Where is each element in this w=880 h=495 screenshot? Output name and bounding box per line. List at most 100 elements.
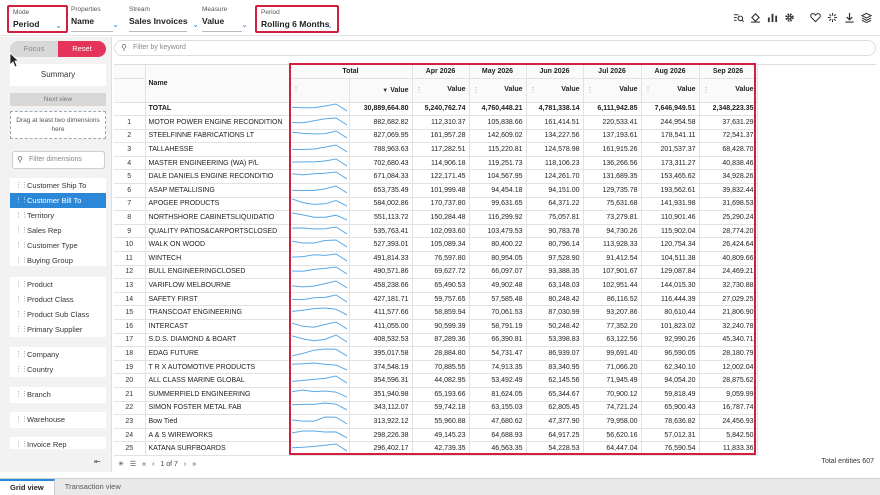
column-menu-icon[interactable]: ⋮ <box>703 86 710 94</box>
may-value-header[interactable]: ⋮ Value <box>469 78 527 103</box>
gear-icon[interactable] <box>783 11 795 23</box>
column-menu-icon[interactable]: ⋮ <box>587 86 594 94</box>
layers-icon[interactable] <box>860 11 872 23</box>
table-row[interactable]: 1 MOTOR POWER ENGINE RECONDITION 882,682.8… <box>114 115 758 130</box>
collapse-panel-icon[interactable]: ⇤ <box>94 457 101 466</box>
dimension-item[interactable]: ⋮⋮ Company <box>10 347 106 362</box>
table-row[interactable]: 15 TRANSCOAT ENGINEERING 411,577.66 58,859.… <box>114 305 758 320</box>
drag-handle-icon[interactable]: ⋮⋮ <box>15 412 28 427</box>
table-row[interactable]: 25 KATANA SURFBOARDS 296,402.17 42,739.35 46… <box>114 441 758 456</box>
column-header-total[interactable]: Total <box>289 65 413 79</box>
drag-handle-icon[interactable]: ⋮⋮ <box>15 322 28 337</box>
period-selector[interactable]: Period Rolling 6 Months ⌄ <box>255 5 339 33</box>
dimension-item[interactable]: ⋮⋮ Product Class <box>10 292 106 307</box>
column-menu-icon[interactable]: ⋮ <box>416 86 423 94</box>
dimension-item[interactable]: ⋮⋮ Customer Ship To <box>10 178 106 193</box>
table-row[interactable]: 12 BULL ENGINEERINGCLOSED 490,571.86 69,627… <box>114 265 758 280</box>
column-header-jun[interactable]: Jun 2026 <box>526 65 584 79</box>
total-row[interactable]: TOTAL 30,889,664.80 5,240,762.74 4,760,448.… <box>114 102 758 117</box>
table-row[interactable]: 14 SAFETY FIRST 427,181.71 59,757.65 57,585.… <box>114 292 758 307</box>
drag-handle-icon[interactable]: ⋮⋮ <box>15 193 28 208</box>
table-row[interactable]: 5 DALE DANIELS ENGINE RECONDITIO 671,084.3… <box>114 169 758 185</box>
column-header-aug[interactable]: Aug 2026 <box>641 65 700 79</box>
table-row[interactable]: 21 SUMMERFIELD ENGINEERING 351,940.98 65,19… <box>114 387 758 402</box>
table-row[interactable]: 22 SIMON FOSTER METAL FAB 343,112.07 59,742… <box>114 401 758 416</box>
dimension-item[interactable]: ⋮⋮ Branch <box>10 387 106 402</box>
dimension-item[interactable]: ⋮⋮ Customer Bill To <box>10 193 106 208</box>
table-row[interactable]: 20 ALL CLASS MARINE GLOBAL 354,596.31 44,08… <box>114 373 758 388</box>
table-row[interactable]: 16 INTERCAST 411,055.00 90,599.39 58,791.19 5… <box>114 319 758 334</box>
drag-handle-icon[interactable]: ⋮⋮ <box>15 238 28 253</box>
apr-value-header[interactable]: ⋮ Value <box>412 78 470 103</box>
jun-value-header[interactable]: ⋮ Value <box>526 78 584 103</box>
bar-chart-icon[interactable] <box>766 11 778 23</box>
dimension-item[interactable]: ⋮⋮ Country <box>10 362 106 377</box>
next-page-icon[interactable]: › <box>184 461 186 468</box>
column-menu-icon[interactable]: ⋮ <box>530 86 537 94</box>
sparkline-column-header[interactable]: ⋮ <box>289 78 350 103</box>
column-header-apr[interactable]: Apr 2026 <box>412 65 470 79</box>
table-row[interactable]: 13 VARIFLOW MELBOURNE 458,238.66 65,490.53 4… <box>114 278 758 293</box>
dimension-item[interactable]: ⋮⋮ Product Sub Class <box>10 307 106 322</box>
dimension-item[interactable]: ⋮⋮ Sales Rep <box>10 223 106 238</box>
column-header-sep[interactable]: Sep 2026 <box>699 65 758 79</box>
heart-icon[interactable] <box>809 11 821 23</box>
drag-handle-icon[interactable]: ⋮⋮ <box>15 387 28 402</box>
table-row[interactable]: 4 MASTER ENGINEERING (WA) P/L 702,680.43 11… <box>114 156 758 171</box>
mode-selector[interactable]: Mode Period ⌄ <box>7 5 68 33</box>
layers-toggle-icon[interactable]: ☰ <box>130 460 136 468</box>
drag-handle-icon[interactable]: ⋮⋮ <box>15 437 28 449</box>
prev-page-icon[interactable]: ‹ <box>152 461 154 468</box>
filter-dimensions-input[interactable]: ⚲ Filter dimensions <box>12 151 105 169</box>
column-menu-icon[interactable]: ⋮ <box>473 86 480 94</box>
reset-button[interactable]: Reset <box>58 41 106 57</box>
name-column-header[interactable]: Name <box>145 65 290 103</box>
summary-view[interactable]: Summary <box>10 64 106 86</box>
column-header-may[interactable]: May 2026 <box>469 65 527 79</box>
drag-handle-icon[interactable]: ⋮⋮ <box>15 277 28 292</box>
table-row[interactable]: 3 TALLAHESSE 788,963.63 117,282.51 115,220.8… <box>114 142 758 157</box>
column-header-jul[interactable]: Jul 2026 <box>583 65 642 79</box>
drag-handle-icon[interactable]: ⋮⋮ <box>15 347 28 362</box>
table-row[interactable]: 11 WINTECH 491,814.33 76,597.80 80,954.05 97,… <box>114 251 758 266</box>
drag-handle-icon[interactable]: ⋮⋮ <box>15 178 28 193</box>
dimension-item[interactable]: ⋮⋮ Invoice Rep <box>10 437 106 449</box>
column-menu-icon[interactable]: ⋮ <box>293 86 300 94</box>
table-row[interactable]: 6 ASAP METALLISING 653,735.49 101,999.48 94,… <box>114 183 758 198</box>
dimension-item[interactable]: ⋮⋮ Buying Group <box>10 253 106 268</box>
table-row[interactable]: 24 A & S WIREWORKS 298,226.38 49,145.23 64,6… <box>114 428 758 443</box>
expand-all-icon[interactable]: ✳ <box>118 460 124 468</box>
search-list-icon[interactable] <box>732 11 744 23</box>
dimension-item[interactable]: ⋮⋮ Product <box>10 277 106 292</box>
sparkle-icon[interactable] <box>826 11 838 23</box>
measure-selector[interactable]: Measure Value ⌄ <box>202 6 252 33</box>
tab-grid-view[interactable]: Grid view <box>0 479 55 495</box>
last-page-icon[interactable]: » <box>192 461 196 468</box>
drag-handle-icon[interactable]: ⋮⋮ <box>15 362 28 377</box>
stream-selector[interactable]: Stream Sales Invoices ⌄ <box>129 6 199 33</box>
table-row[interactable]: 23 Bow Tied 313,922.12 55,960.88 47,680.62 47… <box>114 414 758 429</box>
dimension-item[interactable]: ⋮⋮ Customer Type <box>10 238 106 253</box>
sort-desc-icon[interactable]: ▼ <box>382 88 388 94</box>
total-value-header[interactable]: ▼ Value <box>349 78 413 103</box>
table-row[interactable]: 17 S.D.S. DIAMOND & BOART 408,532.53 87,289… <box>114 333 758 348</box>
keyword-filter-input[interactable]: ⚲ Filter by keyword <box>114 40 876 56</box>
drag-handle-icon[interactable]: ⋮⋮ <box>15 253 28 268</box>
column-menu-icon[interactable]: ⋮ <box>645 86 652 94</box>
table-row[interactable]: 8 NORTHSHORE CABINETSLIQUIDATIO 551,113.72… <box>114 210 758 225</box>
dimension-item[interactable]: ⋮⋮ Warehouse <box>10 412 106 427</box>
download-icon[interactable] <box>843 11 855 23</box>
table-row[interactable]: 18 EDAG FUTURE 395,017.58 28,884.80 54,731.4… <box>114 346 758 361</box>
table-row[interactable]: 2 STEELFINNE FABRICATIONS LT 827,069.95 161… <box>114 129 758 144</box>
table-row[interactable]: 7 APOGEE PRODUCTS 584,002.86 170,737.80 99,6… <box>114 197 758 212</box>
next-view-button[interactable]: Next view <box>10 93 106 106</box>
table-row[interactable]: 19 T R X AUTOMOTIVE PRODUCTS 374,548.19 70,… <box>114 360 758 375</box>
drag-handle-icon[interactable]: ⋮⋮ <box>15 307 28 322</box>
properties-selector[interactable]: Properties Name ⌄ <box>71 6 123 33</box>
dimension-item[interactable]: ⋮⋮ Primary Supplier <box>10 322 106 337</box>
aug-value-header[interactable]: ⋮ Value <box>641 78 700 103</box>
tab-transaction-view[interactable]: Transaction view <box>55 479 131 495</box>
sep-value-header[interactable]: ⋮ Value <box>699 78 758 103</box>
drag-handle-icon[interactable]: ⋮⋮ <box>15 292 28 307</box>
table-row[interactable]: 10 WALK ON WOOD 527,393.01 105,089.34 80,400… <box>114 237 758 253</box>
